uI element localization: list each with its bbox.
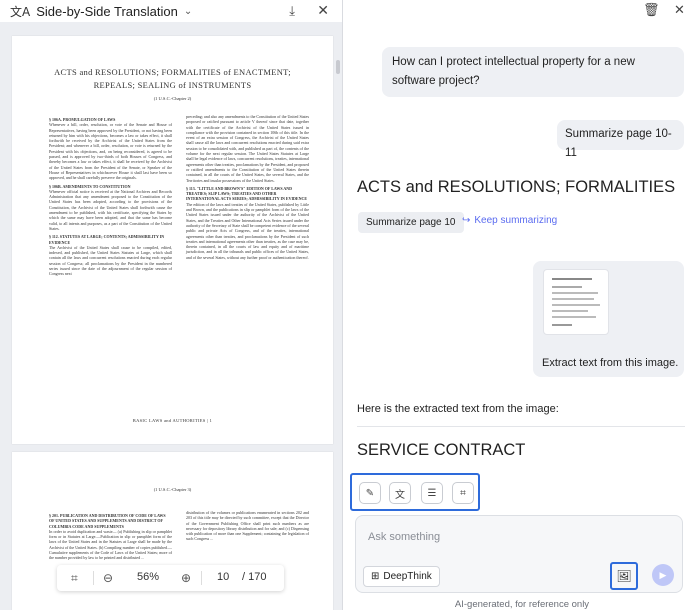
clean-history-icon[interactable]: 🗑 — [643, 2, 660, 18]
divider — [93, 571, 94, 585]
page-title: ACTS and RESOLUTIONS; FORMALITIES of ENA… — [12, 36, 333, 92]
continue-arrow-icon: ↪ — [462, 215, 471, 226]
left-column: § 106A. PROMULGATION OF LAWS Whenever a … — [49, 114, 172, 277]
section-text: The edition of the laws and treaties of … — [186, 201, 309, 260]
fit-page-icon[interactable]: ⌗ — [71, 571, 78, 586]
deepthink-icon: ⊞ — [371, 571, 380, 582]
translate-icon[interactable]: ⽂ — [389, 482, 411, 504]
keep-summarizing-label: Keep summarizing — [474, 215, 558, 226]
thumb-line — [552, 310, 588, 312]
deepthink-button[interactable]: ⊞ DeepThink — [363, 566, 440, 587]
thumb-line — [552, 292, 598, 294]
chevron-down-icon[interactable]: ⌄ — [184, 6, 192, 17]
image-caption: Extract text from this image. — [542, 357, 679, 369]
note-icon[interactable]: ✎ — [359, 482, 381, 504]
thumb-line — [552, 324, 572, 326]
list-icon[interactable]: ☰ — [421, 482, 443, 504]
translate-icon: 文A — [10, 4, 31, 19]
quick-tools: ✎ ⽂ ☰ ⌗ — [350, 473, 480, 511]
zoom-in-icon[interactable]: ⊕ — [181, 571, 191, 585]
chat-composer: Ask something ⊞ DeepThink 🖼 ▶ — [355, 515, 683, 593]
close-icon[interactable]: ✕ — [317, 2, 329, 19]
translation-mode-title[interactable]: Side-by-Side Translation — [36, 4, 178, 19]
page-footer: BASIC LAWS and AUTHORITIES | 1 — [132, 418, 213, 423]
thumb-line — [552, 278, 592, 280]
close-icon[interactable]: ✕ — [674, 2, 685, 18]
user-message: How can I protect intellectual property … — [382, 47, 684, 97]
thumb-line — [552, 286, 582, 288]
user-message: Summarize page 10-11 — [557, 120, 684, 159]
section-text: distribution of the volumes or publicati… — [186, 510, 309, 542]
page-columns: § 201. PUBLICATION AND DISTRIBUTION OF C… — [49, 510, 309, 561]
section-heading: § 113. "LITTLE AND BROWN'S" EDITION OF L… — [186, 185, 308, 202]
ai-chat-pane: 🗑 ✕ How can I protect intellectual prope… — [344, 0, 700, 610]
left-column: § 201. PUBLICATION AND DISTRIBUTION OF C… — [49, 510, 172, 561]
extracted-intro: Here is the extracted text from the imag… — [357, 403, 559, 415]
divider — [357, 426, 685, 427]
zoom-toolbar: ⌗ ⊖ 56% ⊕ 10 / 170 — [57, 565, 284, 591]
scrollbar[interactable] — [336, 60, 340, 74]
zoom-out-icon[interactable]: ⊖ — [103, 571, 113, 585]
section-heading: § 112. STATUTES AT LARGE; CONTENTS; ADMI… — [49, 234, 165, 245]
page-columns: § 106A. PROMULGATION OF LAWS Whenever a … — [49, 114, 309, 277]
thumb-line — [552, 298, 594, 300]
page-subtitle: (1 U.S.C.-Chapter 2) — [153, 96, 192, 101]
zoom-level[interactable]: 56% — [137, 571, 159, 583]
image-thumbnail[interactable] — [543, 269, 609, 335]
thumb-line — [552, 304, 600, 306]
translation-header: 文A Side-by-Side Translation ⌄ ⤓ ✕ — [0, 0, 342, 22]
summarize-page-chip[interactable]: Summarize page 10 — [358, 212, 464, 233]
page-title-line: ACTS and RESOLUTIONS; FORMALITIES of ENA… — [54, 67, 291, 77]
page-title-line: REPEALS; SEALING of INSTRUMENTS — [93, 80, 252, 90]
page-subtitle: (1 U.S.C.-Chapter 3) — [153, 487, 192, 492]
page-total: / 170 — [242, 571, 267, 583]
user-image-message: Extract text from this image. — [533, 261, 684, 377]
divider — [201, 571, 202, 585]
section-text: Whenever official notice is received at … — [49, 188, 172, 231]
section-text: The Archivist of the United States shall… — [49, 244, 172, 277]
download-icon[interactable]: ⤓ — [289, 3, 295, 19]
image-upload-icon[interactable]: 🖼 — [610, 562, 638, 590]
page-number-input[interactable]: 10 — [217, 571, 229, 583]
ocr-icon[interactable]: ⌗ — [452, 482, 474, 504]
thumb-line — [552, 316, 596, 318]
section-text: Whenever a bill, order, resolution, or v… — [49, 122, 172, 181]
document-pane: 文A Side-by-Side Translation ⌄ ⤓ ✕ ACTS a… — [0, 0, 343, 610]
extracted-heading: SERVICE CONTRACT — [357, 441, 526, 459]
chat-input[interactable]: Ask something — [368, 531, 440, 543]
disclaimer: AI-generated, for reference only — [454, 599, 590, 610]
document-page: ACTS and RESOLUTIONS; FORMALITIES of ENA… — [12, 36, 333, 444]
right-column: distribution of the volumes or publicati… — [186, 510, 309, 561]
right-column: preceding; and also any amendments to th… — [186, 114, 309, 277]
section-heading: § 201. PUBLICATION AND DISTRIBUTION OF C… — [49, 513, 166, 529]
response-heading: ACTS and RESOLUTIONS; FORMALITIES — [357, 178, 676, 196]
section-text: In order to avoid duplication and waste—… — [49, 528, 172, 561]
deepthink-label: DeepThink — [383, 571, 432, 582]
section-text: preceding; and also any amendments to th… — [186, 114, 309, 183]
keep-summarizing-link[interactable]: ↪ Keep summarizing — [462, 215, 557, 226]
send-icon[interactable]: ▶ — [652, 564, 674, 586]
